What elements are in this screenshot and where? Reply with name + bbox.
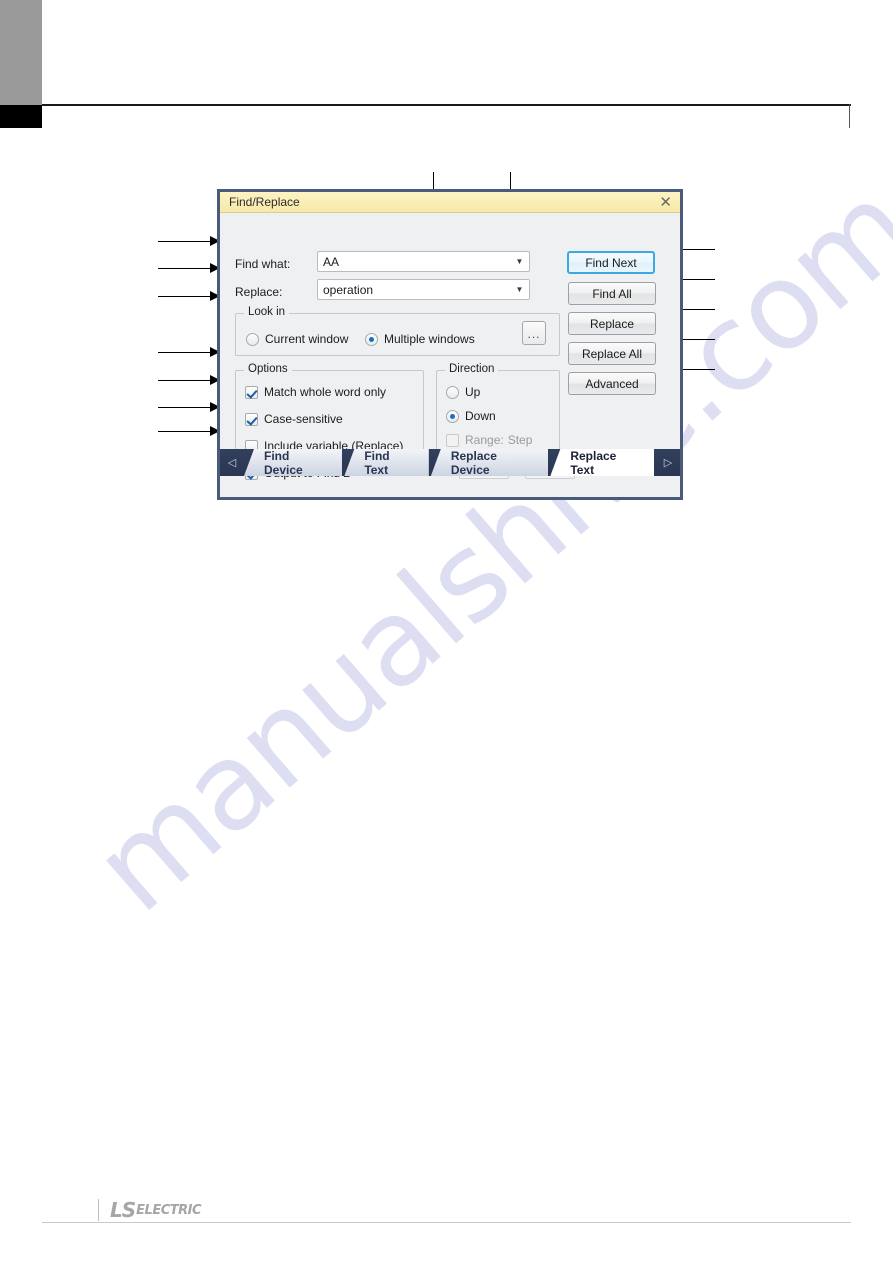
dialog-title: Find/Replace xyxy=(229,195,300,209)
checkbox-icon xyxy=(446,433,459,447)
look-in-legend: Look in xyxy=(244,306,290,318)
radio-current-window[interactable]: Current window xyxy=(246,332,348,346)
find-what-input[interactable]: AA ▼ xyxy=(317,251,530,272)
chevron-down-icon[interactable]: ▼ xyxy=(510,285,529,294)
radio-icon xyxy=(246,332,259,346)
find-all-button[interactable]: Find All xyxy=(568,282,656,305)
dialog-titlebar: Find/Replace ✕ xyxy=(220,192,680,213)
find-what-label: Find what: xyxy=(235,257,291,271)
radio-icon xyxy=(446,409,459,423)
annotation-arrow-replace xyxy=(158,263,220,274)
checkbox-match-whole-word-only[interactable]: Match whole word only xyxy=(245,385,386,399)
replace-all-button[interactable]: Replace All xyxy=(568,342,656,365)
direction-legend: Direction xyxy=(445,363,499,375)
tab-find-text[interactable]: Find Text xyxy=(344,449,429,476)
look-in-group: Look in Current window Multiple windows xyxy=(235,306,560,356)
tab-strip: ◁ Find Device Find Text Replace Device R… xyxy=(220,449,680,476)
annotation-arrow-look-in xyxy=(158,291,220,302)
range-suffix: Step xyxy=(507,433,533,447)
options-legend: Options xyxy=(244,363,292,375)
checkbox-icon xyxy=(245,412,258,426)
checkbox-icon xyxy=(245,385,258,399)
tab-list: Find Device Find Text Replace Device Rep… xyxy=(244,449,656,476)
close-icon[interactable]: ✕ xyxy=(657,195,674,210)
header-rule xyxy=(42,104,851,106)
radio-direction-down-label: Down xyxy=(465,409,496,423)
radio-multiple-windows-label: Multiple windows xyxy=(384,332,475,346)
checkbox-case-sensitive[interactable]: Case-sensitive xyxy=(245,412,343,426)
annotation-arrow-case-sensitive xyxy=(158,375,220,386)
header-rule-tick xyxy=(849,104,850,128)
logo-divider xyxy=(98,1199,99,1221)
radio-multiple-windows[interactable]: Multiple windows xyxy=(365,332,475,346)
footer-rule xyxy=(42,1222,851,1223)
page-edge-gray-block xyxy=(0,0,42,105)
dialog-body: Find what: AA ▼ Replace: operation ▼ Loo… xyxy=(220,213,680,480)
chevron-down-icon[interactable]: ▼ xyxy=(510,257,529,266)
radio-icon xyxy=(365,332,378,346)
tab-replace-device[interactable]: Replace Device xyxy=(430,449,549,476)
replace-label: Replace: xyxy=(235,285,283,299)
checkbox-range-step[interactable]: Range: Step xyxy=(446,433,532,447)
logo-ls-text: LS xyxy=(110,1198,136,1222)
logo-electric-text: ELECTRIC xyxy=(136,1202,201,1218)
radio-direction-up-label: Up xyxy=(465,385,481,399)
triangle-left-icon[interactable]: ◁ xyxy=(220,449,244,476)
radio-current-window-label: Current window xyxy=(265,332,349,346)
browse-button[interactable]: ... xyxy=(522,321,546,345)
find-next-button[interactable]: Find Next xyxy=(567,251,655,274)
tab-find-device[interactable]: Find Device xyxy=(244,449,343,476)
radio-direction-up[interactable]: Up xyxy=(446,385,480,399)
replace-input[interactable]: operation ▼ xyxy=(317,279,530,300)
tab-replace-text[interactable]: Replace Text xyxy=(550,449,654,476)
checkbox-case-sensitive-label: Case-sensitive xyxy=(264,412,343,426)
watermark: manualshive.com xyxy=(69,158,893,990)
annotation-arrow-match-whole-word xyxy=(158,347,220,358)
radio-direction-down[interactable]: Down xyxy=(446,409,496,423)
replace-button[interactable]: Replace xyxy=(568,312,656,335)
annotation-arrow-output-to-find2 xyxy=(158,426,220,437)
find-replace-dialog: Find/Replace ✕ Find what: AA ▼ Replace: … xyxy=(217,189,683,500)
range-label: Range: xyxy=(465,433,504,447)
find-what-value: AA xyxy=(323,254,340,269)
triangle-right-icon[interactable]: ▷ xyxy=(656,449,680,476)
annotation-arrow-include-variable xyxy=(158,402,220,413)
annotation-arrow-find-what xyxy=(158,236,220,247)
checkbox-match-whole-word-only-label: Match whole word only xyxy=(264,385,387,399)
replace-value: operation xyxy=(323,282,374,297)
ls-electric-logo: LS ELECTRIC xyxy=(98,1198,201,1222)
page-edge-black-block xyxy=(0,105,42,128)
advanced-button[interactable]: Advanced xyxy=(568,372,656,395)
radio-icon xyxy=(446,385,459,399)
